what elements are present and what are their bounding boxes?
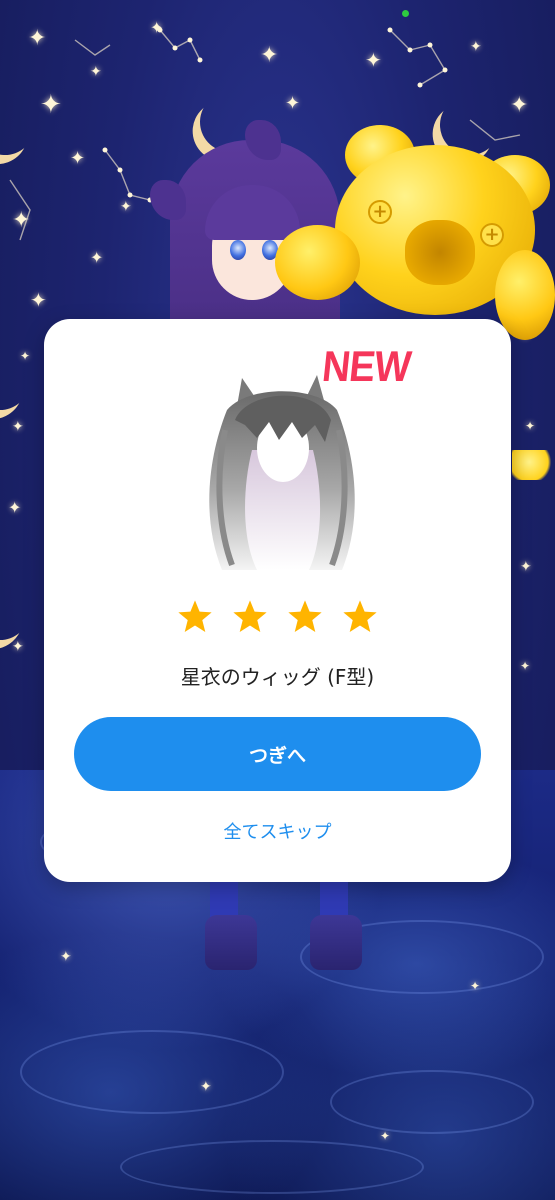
golden-sparkle <box>512 450 555 480</box>
next-button[interactable]: つぎへ <box>74 717 481 791</box>
rarity-star-icon <box>233 600 267 633</box>
skip-all-link[interactable]: 全てスキップ <box>44 818 511 844</box>
wig-item-image <box>209 375 355 570</box>
camera-indicator-dot <box>402 10 409 17</box>
sparkle-icon: ✦ <box>520 659 531 673</box>
sparkle-icon: ✦ <box>520 559 532 575</box>
sparkle-icon: ✦ <box>525 419 536 433</box>
game-scene: ✦ ✦ ✦ ✦ ✦ ✦ ✦ ✦ ✦ ✦ ✦ ✦ ✦ ✦ ✦ ✦ ✦ ✦ ✦ ✦ … <box>0 0 555 1200</box>
rarity-star-icon <box>178 600 212 633</box>
sparkle-icon: ✦ <box>8 498 22 517</box>
rarity-star-icon <box>288 600 322 633</box>
next-button-label: つぎへ <box>248 744 306 767</box>
sparkle-icon: ✦ <box>12 639 24 655</box>
item-name: 星衣のウィッグ (F型) <box>180 665 375 689</box>
sparkle-icon: ✦ <box>12 419 24 435</box>
rarity-stars <box>0 598 555 636</box>
golden-bear-mascot: + + <box>275 115 555 345</box>
rarity-star-icon <box>343 600 377 633</box>
